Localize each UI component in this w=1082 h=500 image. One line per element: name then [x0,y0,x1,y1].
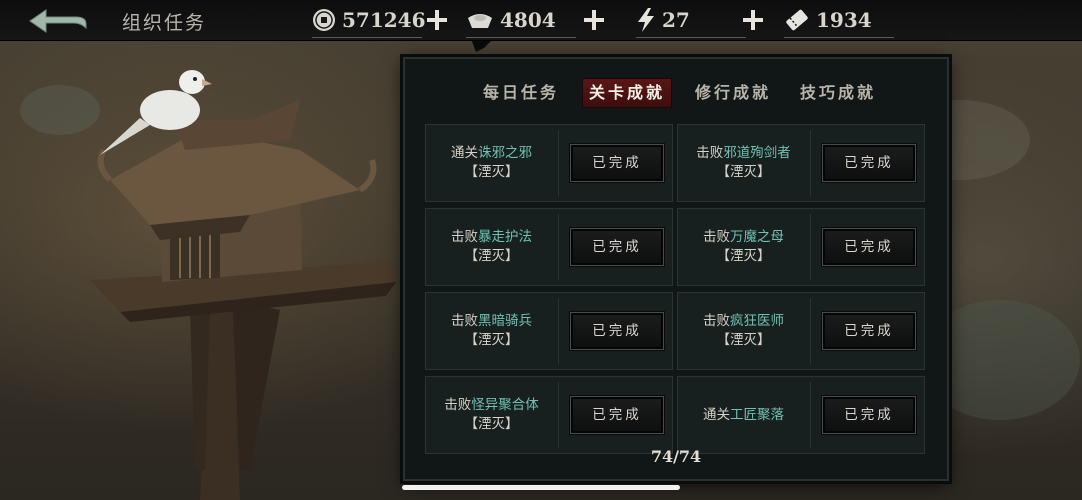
achievement-item: 通关工匠聚落 已完成 [677,376,925,454]
cell-divider [810,298,811,364]
coin-resource: 571246 [312,4,426,36]
achievement-difficulty: 【湮灭】 [716,248,771,264]
completed-button[interactable]: 已完成 [570,396,664,434]
tab-cultivation-achievements[interactable]: 修行成就 [689,79,777,107]
achievement-target: 诛邪之邪 [478,145,532,161]
top-bar: 组织任务 571246 4804 27 1934 [0,0,1082,41]
coin-add-button[interactable] [427,10,447,30]
completed-button[interactable]: 已完成 [822,228,916,266]
ticket-value: 1934 [816,8,872,32]
achievement-prefix: 击败 [703,313,730,329]
page-title: 组织任务 [122,12,207,34]
stamina-value: 27 [662,8,690,32]
achievement-item: 击败暴走护法 【湮灭】 已完成 [425,208,673,286]
completed-button[interactable]: 已完成 [570,312,664,350]
ticket-resource: 1934 [784,4,872,36]
achievement-description: 击败黑暗骑兵 【湮灭】 [425,292,558,370]
ticket-icon [786,9,808,31]
coin-underline [312,37,422,38]
back-button[interactable] [26,6,90,36]
achievement-difficulty: 【湮灭】 [464,248,519,264]
achievement-target: 万魔之母 [730,229,784,245]
tab-stage-achievements[interactable]: 关卡成就 [583,79,672,107]
achievement-target: 黑暗骑兵 [478,313,532,329]
achievement-prefix: 击败 [451,313,478,329]
ticket-underline [784,37,894,38]
achievement-prefix: 通关 [451,145,478,161]
achievement-prefix: 击败 [703,229,730,245]
cell-divider [558,298,559,364]
achievement-target: 工匠聚落 [730,406,784,423]
cell-divider [558,214,559,280]
tab-skill-achievements[interactable]: 技巧成就 [794,79,882,107]
ingot-add-button[interactable] [584,10,604,30]
achievement-description: 击败暴走护法 【湮灭】 [425,208,558,286]
achievement-difficulty: 【湮灭】 [716,332,771,348]
cell-divider [558,130,559,196]
ingot-resource: 4804 [466,4,556,36]
achievement-description: 通关工匠聚落 [677,376,810,454]
cell-divider [810,130,811,196]
achievement-grid: 通关诛邪之邪 【湮灭】 已完成 击败邪道殉剑者 【湮灭】 已完成 击败暴走护法 … [425,124,925,460]
achievement-target: 暴走护法 [478,229,532,245]
tab-daily-tasks[interactable]: 每日任务 [477,79,565,107]
lightning-icon [638,8,654,32]
completed-button[interactable]: 已完成 [570,228,664,266]
home-indicator[interactable] [402,485,680,490]
back-arrow-icon [29,9,87,33]
achievement-description: 击败邪道殉剑者 【湮灭】 [677,124,810,202]
achievement-prefix: 击败 [451,229,478,245]
completed-button[interactable]: 已完成 [570,144,664,182]
achievement-difficulty: 【湮灭】 [464,332,519,348]
achievement-description: 通关诛邪之邪 【湮灭】 [425,124,558,202]
cell-divider [558,382,559,448]
stamina-underline [636,37,746,38]
ingot-value: 4804 [500,8,556,32]
achievement-item: 击败怪异聚合体 【湮灭】 已完成 [425,376,673,454]
achievements-panel: 每日任务 关卡成就 修行成就 技巧成就 通关诛邪之邪 【湮灭】 已完成 击败邪道… [403,57,949,481]
achievement-item: 击败万魔之母 【湮灭】 已完成 [677,208,925,286]
achievement-description: 击败疯狂医师 【湮灭】 [677,292,810,370]
achievement-difficulty: 【湮灭】 [464,164,519,180]
stamina-resource: 27 [636,4,690,36]
achievement-item: 击败黑暗骑兵 【湮灭】 已完成 [425,292,673,370]
achievement-prefix: 击败 [444,397,472,413]
achievement-item: 击败邪道殉剑者 【湮灭】 已完成 [677,124,925,202]
completed-button[interactable]: 已完成 [822,312,916,350]
achievement-target: 邪道殉剑者 [723,145,791,161]
tab-bar: 每日任务 关卡成就 修行成就 技巧成就 [405,59,947,117]
stamina-add-button[interactable] [743,10,763,30]
achievement-difficulty: 【湮灭】 [464,416,519,432]
achievement-difficulty: 【湮灭】 [716,164,771,180]
achievement-target: 疯狂医师 [730,313,784,329]
ingot-underline [466,37,576,38]
achievement-target: 怪异聚合体 [471,397,539,413]
coin-value: 571246 [342,8,426,32]
achievement-description: 击败万魔之母 【湮灭】 [677,208,810,286]
achievement-prefix: 通关 [703,406,730,423]
achievement-description: 击败怪异聚合体 【湮灭】 [425,376,558,454]
progress-counter: 74/74 [650,447,702,466]
silver-ingot-icon [468,14,492,28]
coin-icon [313,9,335,31]
cell-divider [810,214,811,280]
achievement-item: 通关诛邪之邪 【湮灭】 已完成 [425,124,673,202]
cell-divider [810,382,811,448]
completed-button[interactable]: 已完成 [822,396,916,434]
completed-button[interactable]: 已完成 [822,144,916,182]
achievement-prefix: 击败 [696,145,724,161]
achievement-item: 击败疯狂医师 【湮灭】 已完成 [677,292,925,370]
